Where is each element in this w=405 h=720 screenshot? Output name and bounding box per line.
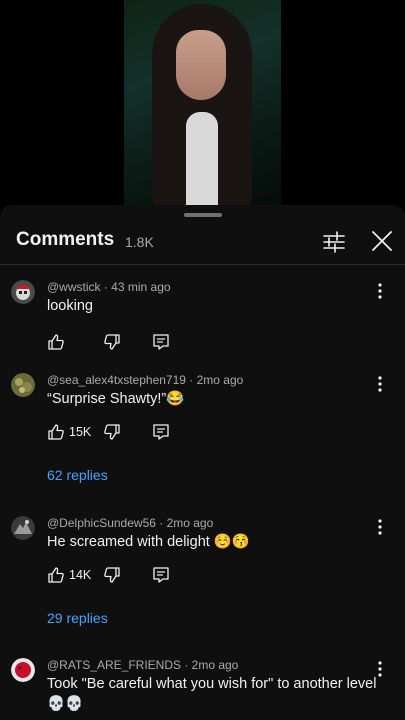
thumbs-down-icon <box>104 334 120 350</box>
avatar[interactable] <box>11 516 35 540</box>
more-options-button[interactable] <box>372 280 388 302</box>
thumbs-down-icon <box>104 424 120 440</box>
comment-text: “Surprise Shawty!”😂 <box>47 391 185 407</box>
dislike-button[interactable] <box>103 333 121 351</box>
drag-handle[interactable] <box>184 213 222 217</box>
reply-comment-icon <box>153 567 169 583</box>
comments-sheet: Comments 1.8K @wwstick · 43 min ago look… <box>0 205 405 720</box>
like-button[interactable]: 14K <box>47 564 91 586</box>
close-icon <box>372 231 392 251</box>
comment-meta[interactable]: @RATS_ARE_FRIENDS · 2mo ago <box>47 658 238 672</box>
view-replies-link[interactable]: 29 replies <box>47 610 108 626</box>
reply-button[interactable] <box>152 566 170 584</box>
reply-button[interactable] <box>152 333 170 351</box>
comment-meta[interactable]: @sea_alex4txstephen719 · 2mo ago <box>47 373 243 387</box>
dislike-button[interactable] <box>103 566 121 584</box>
more-options-button[interactable] <box>372 516 388 538</box>
like-button[interactable]: 15K <box>47 421 91 443</box>
thumbs-up-icon <box>48 567 64 583</box>
like-count: 14K <box>69 568 92 582</box>
more-vertical-icon <box>378 661 382 677</box>
comment-text: He screamed with delight ☺️😚 <box>47 534 250 550</box>
comment-text-continued: 💀💀 <box>47 696 84 712</box>
reply-comment-icon <box>153 334 169 350</box>
thumbs-up-icon <box>48 334 64 350</box>
avatar[interactable] <box>11 280 35 304</box>
thumbs-up-icon <box>48 424 64 440</box>
comments-header: Comments 1.8K <box>0 223 405 265</box>
more-vertical-icon <box>378 519 382 535</box>
comment-actions: 14K <box>47 564 187 586</box>
thumbs-down-icon <box>104 567 120 583</box>
close-button[interactable] <box>369 228 395 254</box>
like-button[interactable] <box>47 331 69 353</box>
comments-count: 1.8K <box>125 234 154 250</box>
sliders-icon <box>323 231 345 253</box>
sort-filter-button[interactable] <box>321 229 347 255</box>
video-player[interactable] <box>0 0 405 205</box>
view-replies-link[interactable]: 62 replies <box>47 467 108 483</box>
comment-actions: 15K <box>47 421 187 443</box>
comment-text: looking <box>47 298 93 314</box>
more-vertical-icon <box>378 376 382 392</box>
more-options-button[interactable] <box>372 658 388 680</box>
reply-comment-icon <box>153 424 169 440</box>
comments-title: Comments <box>16 229 115 250</box>
comment-text: Took "Be careful what you wish for" to a… <box>47 676 377 692</box>
header-divider <box>0 264 405 265</box>
more-vertical-icon <box>378 283 382 299</box>
video-thumbnail <box>124 0 281 205</box>
comment-actions <box>47 331 187 353</box>
avatar[interactable] <box>11 658 35 682</box>
dislike-button[interactable] <box>103 423 121 441</box>
avatar[interactable] <box>11 373 35 397</box>
comment-meta[interactable]: @wwstick · 43 min ago <box>47 280 171 294</box>
reply-button[interactable] <box>152 423 170 441</box>
more-options-button[interactable] <box>372 373 388 395</box>
comment-meta[interactable]: @DelphicSundew56 · 2mo ago <box>47 516 213 530</box>
like-count: 15K <box>69 425 92 439</box>
